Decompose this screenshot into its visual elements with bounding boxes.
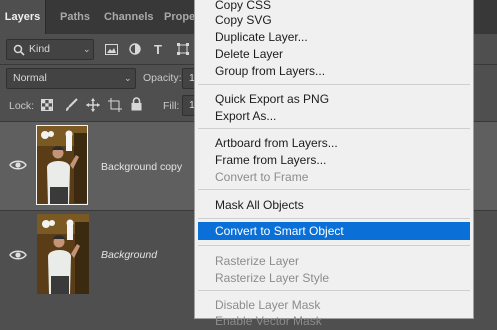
eye-visibility-icon[interactable] <box>9 159 27 171</box>
layer-name[interactable]: Background <box>101 249 157 261</box>
menu-item-artboard-from-layers[interactable]: Artboard from Layers... <box>195 135 473 152</box>
tab-channels[interactable]: Channels <box>104 0 154 34</box>
lock-transparent-pixels-icon[interactable] <box>41 99 53 111</box>
type-layer-filter-icon[interactable]: T <box>154 42 162 58</box>
menu-separator <box>198 128 470 129</box>
pixel-layer-filter-icon[interactable] <box>105 44 118 55</box>
menu-item-convert-to-frame: Convert to Frame <box>215 170 309 184</box>
opacity-label: Opacity: <box>143 72 182 84</box>
menu-item-export-as[interactable]: Export As... <box>195 108 473 125</box>
menu-item-rasterize-layer-style: Rasterize Layer Style <box>215 271 330 285</box>
menu-separator <box>198 84 470 85</box>
menu-item-frame-from-layers[interactable]: Frame from Layers... <box>195 152 473 169</box>
menu-item-quick-export-png[interactable]: Quick Export as PNG <box>195 91 473 108</box>
tab-layers[interactable]: Layers <box>0 0 46 34</box>
menu-item-enable-vector-mask: Enable Vector Mask <box>215 314 322 328</box>
menu-item-group-from-layers[interactable]: Group from Layers... <box>195 63 473 80</box>
menu-separator <box>198 245 470 246</box>
lock-label: Lock: <box>9 100 35 112</box>
lock-all-icon[interactable] <box>131 97 142 111</box>
lock-image-pixels-icon[interactable] <box>64 98 78 112</box>
layer-name[interactable]: Background copy <box>101 161 182 173</box>
shape-layer-filter-icon[interactable] <box>177 43 189 55</box>
chevron-down-icon: ⌄ <box>124 73 132 83</box>
lock-position-icon[interactable] <box>86 98 100 112</box>
filter-kind-select[interactable]: Kind ⌄ <box>6 39 94 60</box>
menu-item-disable-layer-mask: Disable Layer Mask <box>215 298 321 312</box>
menu-separator <box>198 189 470 190</box>
blend-mode-select[interactable]: Normal ⌄ <box>6 68 136 89</box>
menu-separator <box>198 290 470 291</box>
menu-item-convert-to-smart-object[interactable]: Convert to Smart Object <box>198 222 470 240</box>
filter-kind-value: Kind <box>29 43 51 55</box>
tab-paths[interactable]: Paths <box>60 0 90 34</box>
chevron-down-icon: ⌄ <box>83 44 91 54</box>
eye-visibility-icon[interactable] <box>9 249 27 261</box>
menu-item-copy-svg[interactable]: Copy SVG <box>195 12 473 29</box>
menu-item-rasterize-layer: Rasterize Layer <box>215 254 300 268</box>
menu-item-delete-layer[interactable]: Delete Layer <box>195 46 473 63</box>
search-icon <box>13 44 25 56</box>
layer-context-menu: Copy CSS Copy SVG Duplicate Layer... Del… <box>194 0 474 328</box>
menu-item-duplicate-layer[interactable]: Duplicate Layer... <box>195 29 473 46</box>
menu-item-mask-all-objects[interactable]: Mask All Objects <box>195 197 473 214</box>
menu-separator <box>198 218 470 219</box>
layer-thumbnail <box>36 125 88 205</box>
blend-mode-value: Normal <box>13 72 47 84</box>
fill-label: Fill: <box>163 100 180 112</box>
layer-thumbnail <box>37 214 89 294</box>
adjustment-layer-filter-icon[interactable] <box>129 43 141 55</box>
lock-artboard-icon[interactable] <box>108 98 122 112</box>
tab-properties[interactable]: Prope <box>164 0 195 34</box>
